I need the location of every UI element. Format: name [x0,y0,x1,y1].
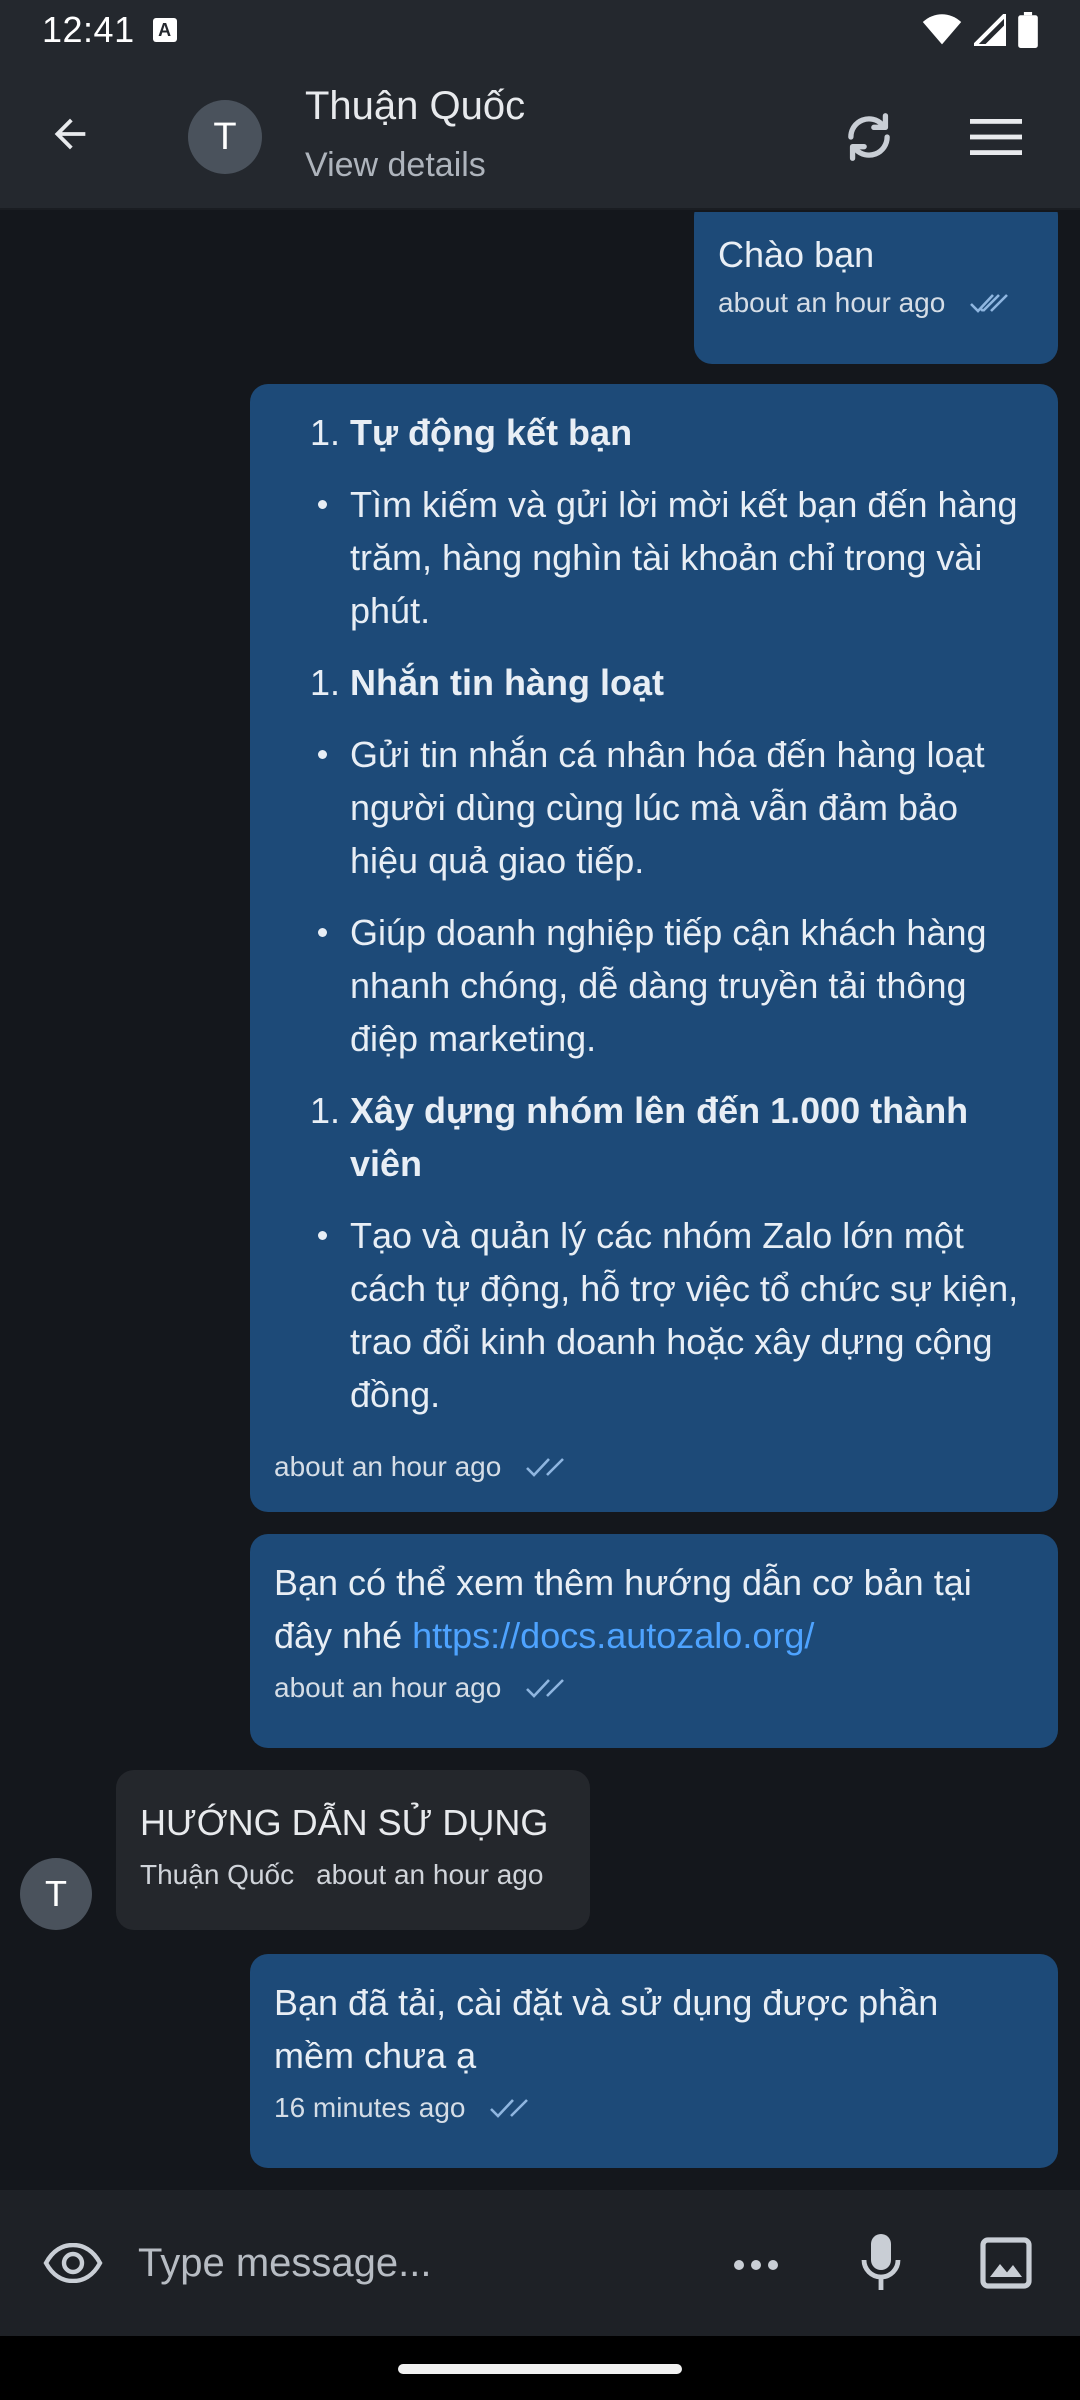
status-bar: 12:41 A [0,0,1080,60]
eye-button[interactable] [40,2232,106,2294]
status-time: 12:41 [42,9,135,50]
menu-button[interactable] [965,106,1027,168]
message-composer [0,2190,1080,2336]
list-heading: Xây dựng nhóm lên đến 1.000 thành viên [350,1090,969,1184]
message-text: HƯỚNG DẪN SỬ DỤNG [140,1802,549,1843]
battery-icon [1018,12,1038,48]
message-bubble-outgoing[interactable]: Bạn có thể xem thêm hướng dẫn cơ bản tại… [250,1534,1058,1748]
message-input[interactable] [138,2226,698,2300]
double-check-icon [525,1455,565,1479]
sender-name: Thuận Quốc [140,1859,295,1890]
message-meta: about an hour ago [718,287,1034,319]
more-horiz-icon [734,2260,778,2270]
message-time: about an hour ago [274,1451,502,1482]
status-icons [922,12,1038,48]
bullet-text: Tạo và quản lý các nhóm Zalo lớn một các… [350,1215,1019,1415]
message-meta: about an hour ago [274,1451,1034,1483]
message-meta: about an hour ago [274,1672,1034,1704]
message-text: Chào bạn [718,234,875,275]
chat-header: T Thuận Quốc View details [0,60,1080,210]
list-heading: Tự động kết bạn [350,412,633,453]
double-check-icon [525,1676,565,1700]
eye-icon [43,2243,103,2283]
bullet [274,1209,350,1439]
numbered-item: 1. Tự động kết bạn [274,406,1034,478]
notification-badge: A [152,18,177,42]
contact-name[interactable]: Thuận Quốc [305,84,525,129]
bullet [274,728,350,906]
double-check-icon [489,2096,529,2120]
bullet-text: Gửi tin nhắn cá nhân hóa đến hàng loạt n… [350,734,985,881]
sync-icon [848,113,890,161]
docs-link[interactable]: https://docs.autozalo.org/ [412,1615,814,1656]
image-button[interactable] [975,2230,1037,2296]
home-handle[interactable] [398,2364,682,2374]
bullet-text: Giúp doanh nghiệp tiếp cận khách hàng nh… [350,912,987,1059]
image-icon [980,2237,1032,2289]
numbered-item: 1. Xây dựng nhóm lên đến 1.000 thành viê… [274,1084,1034,1209]
bullet-text: Tìm kiếm và gửi lời mời kết bạn đến hàng… [350,484,1018,631]
message-bubble-outgoing[interactable]: Chào bạn about an hour ago [694,212,1058,364]
sender-avatar[interactable]: T [20,1858,92,1930]
message-list[interactable]: Chào bạn about an hour ago 1. Tự động kế… [0,212,1080,2190]
mic-icon [861,2234,901,2290]
message-meta: 16 minutes ago [274,2092,1034,2124]
contact-avatar[interactable]: T [188,100,262,174]
more-options-button[interactable] [725,2234,787,2296]
list-number: 1. [309,1090,340,1131]
arrow-back-icon [54,118,86,150]
bullet-item: Tạo và quản lý các nhóm Zalo lớn một các… [274,1209,1034,1439]
sync-button[interactable] [838,106,900,168]
message-bubble-outgoing[interactable]: Bạn đã tải, cài đặt và sử dụng được phần… [250,1954,1058,2168]
menu-icon [970,119,1022,155]
bullet [274,906,350,1084]
numbered-item: 1. Nhắn tin hàng loạt [274,656,1034,728]
message-text: Bạn đã tải, cài đặt và sử dụng được phần… [274,1982,939,2076]
list-number: 1. [309,412,340,453]
list-heading: Nhắn tin hàng loạt [350,662,664,703]
message-time: about an hour ago [316,1859,544,1890]
message-bubble-outgoing[interactable]: 1. Tự động kết bạn Tìm kiếm và gửi lời m… [250,384,1058,1512]
voice-button[interactable] [850,2230,912,2296]
bullet-item: Giúp doanh nghiệp tiếp cận khách hàng nh… [274,906,1034,1084]
navigation-bar [0,2336,1080,2400]
message-time: about an hour ago [718,287,946,318]
double-check-icon [969,291,1009,315]
back-button[interactable] [40,104,100,164]
message-time: about an hour ago [274,1672,502,1703]
signal-icon [974,14,1006,46]
message-text: Bạn có thể xem thêm hướng dẫn cơ bản tại… [274,1556,1034,1662]
bullet-item: Gửi tin nhắn cá nhân hóa đến hàng loạt n… [274,728,1034,906]
view-details-link[interactable]: View details [305,146,486,185]
list-number: 1. [309,662,340,703]
wifi-icon [922,14,962,45]
bullet [274,478,350,656]
message-bubble-incoming[interactable]: HƯỚNG DẪN SỬ DỤNG Thuận Quốc about an ho… [116,1770,590,1930]
bullet-item: Tìm kiếm và gửi lời mời kết bạn đến hàng… [274,478,1034,656]
message-meta: Thuận Quốc about an hour ago [140,1859,566,1891]
message-time: 16 minutes ago [274,2092,466,2123]
